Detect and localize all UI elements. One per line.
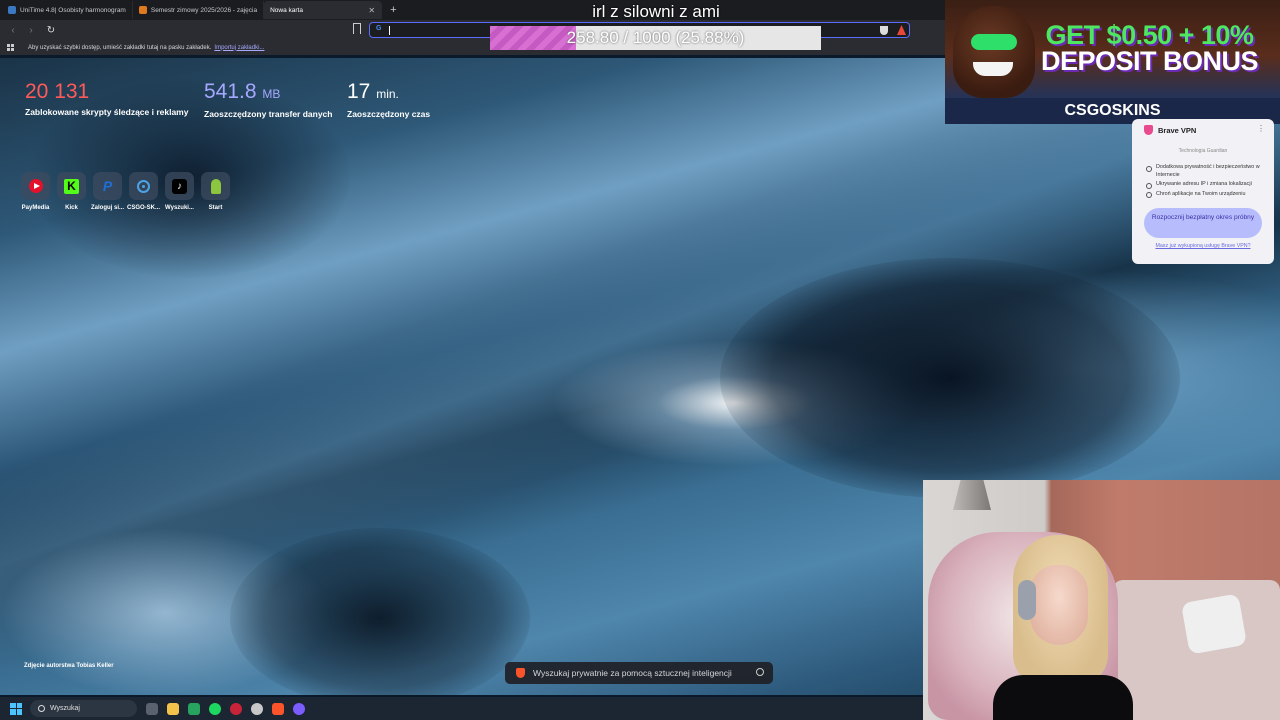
- streaming-app-icon[interactable]: [293, 702, 305, 715]
- vpn-features: Dodatkowa prywatność i bezpieczeństwo w …: [1144, 164, 1272, 200]
- store-icon[interactable]: [188, 702, 200, 715]
- brave-vpn-card: Brave VPN ⋮ Technologia Guardian Dodatko…: [1132, 119, 1274, 264]
- top-sites: PayMedia K Kick P Zaloguj si... CSGO-SK.…: [21, 172, 230, 211]
- kick-icon: K: [64, 178, 79, 194]
- file-explorer-icon[interactable]: [167, 702, 179, 715]
- ai-search-box[interactable]: Wyszukaj prywatnie za pomocą sztucznej i…: [505, 662, 773, 684]
- brave-lion-icon: [516, 668, 525, 678]
- new-tab-plus-icon[interactable]: +: [390, 4, 396, 16]
- shortcut-label: CSGO-SK...: [127, 205, 161, 211]
- stat-label: Zaoszczędzony transfer danych: [204, 109, 333, 119]
- search-icon[interactable]: [756, 668, 764, 676]
- opera-icon[interactable]: [230, 702, 242, 715]
- taskbar-search[interactable]: Wyszukaj: [30, 700, 137, 717]
- stat-unit: min.: [376, 87, 399, 101]
- stat-label: Zaoszczędzony czas: [347, 109, 431, 119]
- brave-vpn-logo-icon: [1144, 125, 1153, 135]
- tab-label: Nowa karta: [270, 6, 303, 14]
- progress-text: 258.80 / 1000 (25.88%): [566, 28, 745, 47]
- shortcut-label: Start: [208, 205, 223, 211]
- promo-text: GET $0.50 + 10% DEPOSIT BONUS: [1027, 22, 1272, 76]
- more-options-icon[interactable]: ⋮: [1257, 124, 1265, 133]
- brave-shields-icon[interactable]: [880, 26, 888, 35]
- spotify-icon[interactable]: [209, 702, 221, 715]
- tab-label: Semestr zimowy 2025/2026 - zajęcia: [150, 6, 258, 14]
- taskbar-search-label: Wyszukaj: [50, 705, 80, 712]
- webcam-feed: [923, 480, 1280, 720]
- start-free-trial-button[interactable]: Rozpocznij bezpłatny okres próbny: [1144, 208, 1262, 238]
- apps-grid-icon[interactable]: [7, 43, 15, 52]
- search-icon: [38, 705, 45, 712]
- brave-icon[interactable]: [272, 702, 284, 715]
- reload-icon[interactable]: ↻: [46, 25, 56, 36]
- shortcut-start[interactable]: Start: [201, 172, 230, 211]
- vpn-tech-label: Technologia Guardian: [1178, 148, 1228, 154]
- shortcut-label: PayMedia: [21, 205, 50, 211]
- shortcut-csgo[interactable]: CSGO-SK...: [127, 172, 161, 211]
- usos-favicon-icon: [138, 6, 147, 14]
- photo-credit[interactable]: Zdjęcie autorstwa Tobias Keller: [24, 663, 114, 669]
- paypal-icon: P: [102, 178, 113, 194]
- vpn-feature: Dodatkowa prywatność i bezpieczeństwo w …: [1144, 164, 1272, 179]
- windows-start-icon[interactable]: [10, 702, 22, 715]
- sponsor-ad-banner: GET $0.50 + 10% DEPOSIT BONUS CSGOSKINS: [945, 0, 1280, 124]
- tab-semestr[interactable]: Semestr zimowy 2025/2026 - zajęcia: [133, 1, 265, 19]
- shortcut-paypal[interactable]: P Zaloguj si...: [91, 172, 125, 211]
- task-view-icon[interactable]: [146, 702, 158, 715]
- vpn-header: Brave VPN: [1144, 125, 1196, 135]
- text-caret: [389, 26, 390, 35]
- import-bookmarks-link[interactable]: Importuj zakładki...: [214, 45, 264, 51]
- shortcut-label: Wyszuki...: [165, 205, 194, 211]
- google-icon: G: [376, 25, 382, 32]
- shortcut-kick[interactable]: K Kick: [57, 172, 86, 211]
- tab-label: UniTime 4.8| Osobisty harmonogram: [20, 6, 126, 14]
- vpn-feature: Ukrywanie adresu IP i zmiana lokalizacji: [1144, 181, 1272, 189]
- shortcut-paymedia[interactable]: PayMedia: [21, 172, 50, 211]
- promo-line-2: DEPOSIT BONUS: [1040, 46, 1259, 76]
- bookmark-icon[interactable]: [353, 23, 361, 34]
- unitime-favicon-icon: [8, 6, 16, 14]
- stat-bandwidth-saved: 541.8 MB Zaoszczędzony transfer danych: [204, 80, 332, 119]
- stat-value: 17: [347, 80, 371, 103]
- tab-bar: UniTime 4.8| Osobisty harmonogram Semest…: [0, 0, 945, 20]
- stat-value: 20 131: [25, 80, 90, 103]
- stat-blocked-trackers: 20 131 Zablokowane skrypty śledzące i re…: [25, 80, 188, 117]
- chess-icon: [210, 178, 221, 194]
- close-tab-icon[interactable]: ✕: [368, 6, 375, 15]
- already-purchased-link[interactable]: Masz już wykupioną usługę Brave VPN?: [1132, 243, 1274, 249]
- shortcut-label: Zaloguj si...: [91, 205, 125, 211]
- brave-rewards-icon[interactable]: [897, 25, 906, 35]
- paymedia-icon: [28, 179, 43, 193]
- stream-title: irl z silowni z ami: [592, 2, 720, 21]
- mascot-illustration: [953, 6, 1035, 98]
- stat-time-saved: 17 min. Zaoszczędzony czas: [347, 80, 430, 119]
- stat-value: 541.8: [204, 80, 257, 103]
- shortcut-label: Kick: [65, 205, 78, 211]
- steelseries-icon[interactable]: [251, 702, 263, 715]
- shortcut-tiktok[interactable]: ♪ Wyszuki...: [165, 172, 194, 211]
- tab-new[interactable]: Nowa karta ✕: [264, 1, 383, 19]
- csgo-icon: [137, 179, 150, 193]
- vpn-title: Brave VPN: [1158, 125, 1197, 135]
- stat-unit: MB: [262, 87, 281, 101]
- tab-unitime[interactable]: UniTime 4.8| Osobisty harmonogram: [2, 1, 133, 19]
- forward-arrow-icon[interactable]: ›: [26, 25, 36, 36]
- bookmarks-hint: Aby uzyskać szybki dostęp, umieść zakład…: [28, 44, 212, 51]
- ai-search-placeholder: Wyszukaj prywatnie za pomocą sztucznej i…: [533, 668, 732, 678]
- back-arrow-icon[interactable]: ‹: [8, 25, 18, 36]
- vpn-feature: Chroń aplikacje na Twoim urządzeniu: [1144, 191, 1272, 199]
- goal-progress-bar: 258.80 / 1000 (25.88%): [490, 26, 821, 50]
- stat-label: Zablokowane skrypty śledzące i reklamy: [25, 107, 189, 117]
- tiktok-icon: ♪: [172, 178, 187, 194]
